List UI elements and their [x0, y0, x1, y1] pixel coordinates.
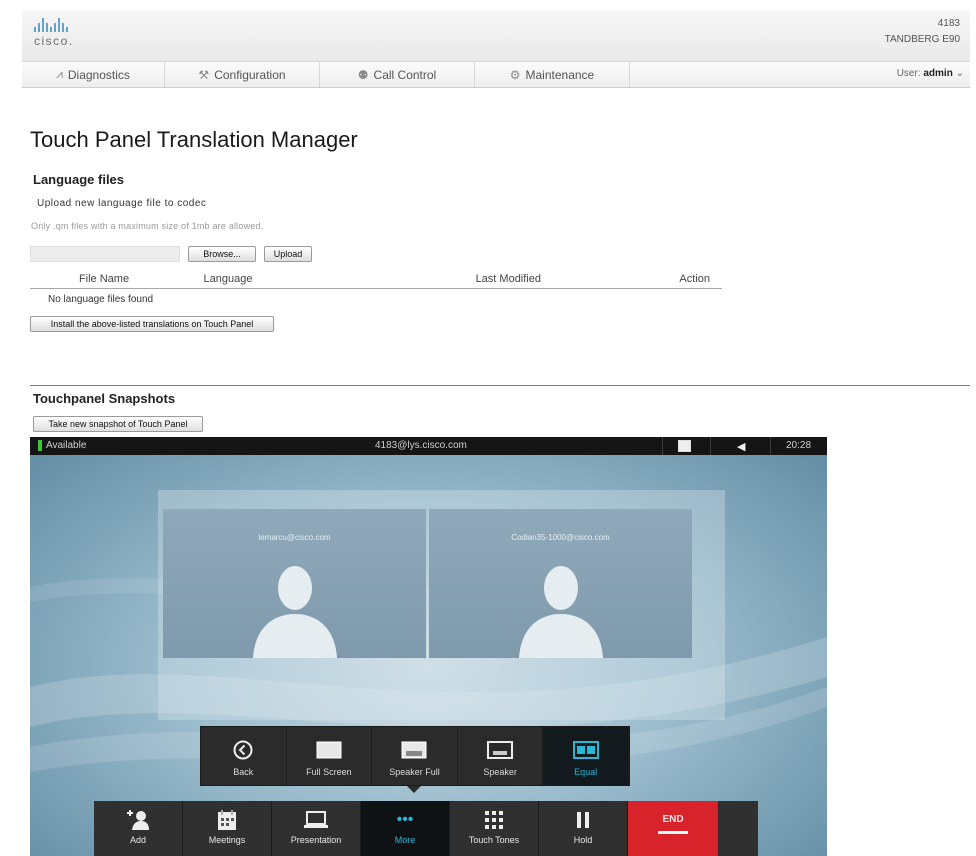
column-action: Action [551, 270, 722, 289]
page-title: Touch Panel Translation Manager [30, 127, 358, 152]
touchpanel-snapshot: Available 4183@lys.cisco.com ◀ 20:28 lem… [30, 437, 827, 856]
layout-back-button[interactable]: Back [201, 727, 287, 785]
dock-presentation-label: Presentation [290, 835, 342, 845]
nav-call-control-label: Call Control [373, 67, 437, 82]
chevron-down-icon: ⌄ [955, 68, 964, 79]
equal-icon [572, 740, 600, 760]
dock-add-label: Add [129, 835, 146, 845]
layout-speaker-button[interactable]: Speaker [458, 727, 544, 785]
layout-full-screen-button[interactable]: Full Screen [287, 727, 373, 785]
availability-indicator: Available [38, 440, 86, 451]
top-header: cisco. 4183 TANDBERG E90 [22, 10, 970, 62]
pulse-icon: ⩘ [56, 67, 63, 81]
back-icon [229, 740, 257, 760]
calendar-icon [218, 809, 236, 831]
people-icon: ⚉ [357, 67, 369, 82]
status-separator [710, 437, 711, 455]
touchpanel-status-bar: Available 4183@lys.cisco.com ◀ 20:28 [30, 437, 827, 455]
person-placeholder-icon [518, 566, 603, 658]
dock-end-call-button[interactable]: END [628, 801, 718, 856]
snapshots-heading: Touchpanel Snapshots [33, 391, 176, 406]
cisco-logo: cisco. [34, 18, 74, 48]
layout-speaker-full-button[interactable]: Speaker Full [372, 727, 458, 785]
clock: 20:28 [786, 440, 812, 451]
end-call-icon [658, 831, 688, 834]
upload-button[interactable]: Upload [264, 246, 312, 262]
device-id: 4183 [937, 18, 960, 29]
more-icon: ••• [396, 811, 414, 828]
user-menu[interactable]: User: admin ⌄ [897, 68, 964, 79]
file-path-field[interactable] [30, 246, 180, 262]
empty-message: No language files found [48, 294, 154, 305]
nav-diagnostics-label: Diagnostics [67, 67, 130, 82]
dock-hold-label: Hold [573, 835, 593, 845]
upload-title: Upload new language file to codec [37, 198, 207, 209]
browse-button[interactable]: Browse... [188, 246, 256, 262]
participant-tile[interactable]: lemarcu@cisco.com [163, 509, 426, 658]
selfview-icon[interactable] [678, 440, 691, 452]
available-status-icon [38, 440, 42, 451]
section-divider [30, 385, 970, 386]
participant-tile[interactable]: Codian35-1000@cisco.com [429, 509, 692, 658]
language-files-heading: Language files [33, 172, 125, 187]
participant-uri: lemarcu@cisco.com [258, 533, 331, 542]
take-snapshot-button[interactable]: Take new snapshot of Touch Panel [33, 416, 203, 432]
column-file-name: File Name [30, 270, 178, 289]
gear-icon: ⚙ [509, 67, 521, 82]
dock-end-label: END [662, 814, 684, 825]
volume-icon[interactable]: ◀ [737, 440, 745, 453]
dock-more-label: More [394, 835, 416, 845]
dock-meetings-button[interactable]: Meetings [183, 801, 272, 856]
dock-more-button[interactable]: ••• More [361, 801, 450, 856]
device-model: TANDBERG E90 [884, 34, 960, 45]
wrench-icon: ⚒ [198, 67, 210, 82]
dock-presentation-button[interactable]: Presentation [272, 801, 361, 856]
cisco-logo-text: cisco. [34, 34, 74, 48]
add-participant-icon [127, 809, 149, 831]
layout-back-label: Back [233, 767, 254, 777]
layout-full-screen-label: Full Screen [306, 767, 352, 777]
nav-diagnostics[interactable]: ⩘ Diagnostics [22, 62, 165, 87]
table-header-row: File Name Language Last Modified Action [30, 270, 722, 289]
menu-pointer [407, 786, 421, 793]
upload-hint: Only .qm files with a maximum size of 1m… [31, 221, 264, 231]
layout-speaker-full-label: Speaker Full [389, 767, 440, 777]
laptop-icon [304, 809, 328, 831]
call-dock: Add Meetings Presentation ••• More Touch… [94, 801, 758, 856]
speaker-layout-icon [486, 740, 514, 760]
status-separator [662, 437, 663, 455]
nav-call-control[interactable]: ⚉ Call Control [320, 62, 475, 87]
participant-uri: Codian35-1000@cisco.com [511, 533, 610, 542]
availability-text: Available [46, 440, 87, 451]
user-prefix: User: [896, 68, 921, 79]
column-last-modified: Last Modified [278, 270, 551, 289]
cisco-logo-bars [34, 18, 74, 32]
person-placeholder-icon [252, 566, 337, 658]
language-files-table: File Name Language Last Modified Action [30, 270, 722, 289]
keypad-icon [485, 809, 503, 831]
layout-menu: Back Full Screen Speaker Full Speaker Eq… [200, 726, 630, 786]
system-uri: 4183@lys.cisco.com [375, 440, 467, 451]
layout-speaker-label: Speaker [483, 767, 517, 777]
nav-configuration[interactable]: ⚒ Configuration [165, 62, 320, 87]
fullscreen-icon [315, 740, 343, 760]
user-name: admin [923, 68, 953, 79]
layout-equal-label: Equal [574, 767, 598, 777]
column-language: Language [178, 270, 278, 289]
device-info: 4183 TANDBERG E90 [885, 16, 960, 48]
nav-maintenance-label: Maintenance [525, 67, 595, 82]
dock-touch-tones-label: Touch Tones [468, 835, 520, 845]
speaker-full-icon [400, 740, 428, 760]
pause-icon [577, 809, 589, 831]
status-separator [770, 437, 771, 455]
dock-touch-tones-button[interactable]: Touch Tones [450, 801, 539, 856]
main-nav: ⩘ Diagnostics ⚒ Configuration ⚉ Call Con… [22, 62, 970, 88]
dock-meetings-label: Meetings [208, 835, 246, 845]
dock-hold-button[interactable]: Hold [539, 801, 628, 856]
dock-add-button[interactable]: Add [94, 801, 183, 856]
install-translations-button[interactable]: Install the above-listed translations on… [30, 316, 274, 332]
nav-configuration-label: Configuration [214, 67, 286, 82]
layout-equal-button[interactable]: Equal [543, 727, 629, 785]
nav-maintenance[interactable]: ⚙ Maintenance [475, 62, 630, 87]
